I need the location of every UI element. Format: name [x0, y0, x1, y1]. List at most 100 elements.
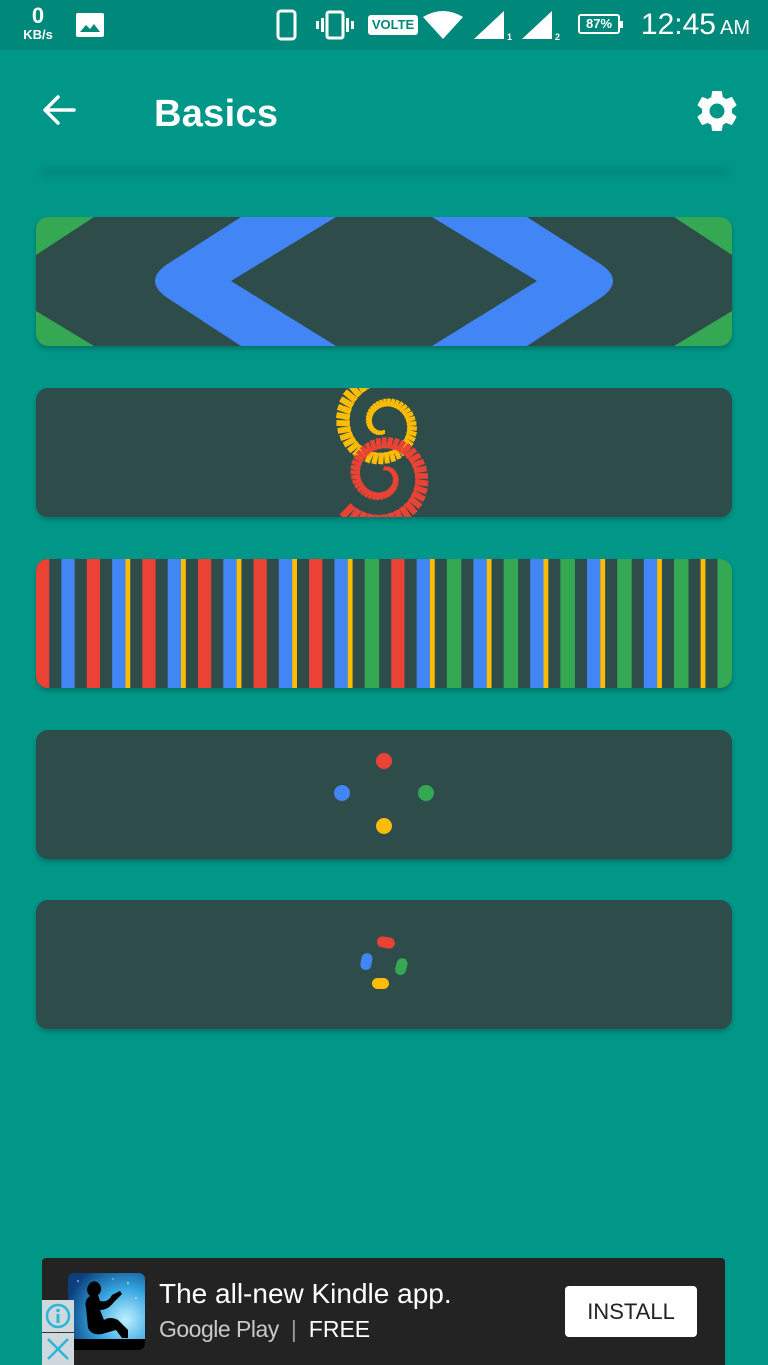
dot-green — [418, 785, 434, 801]
corner-triangle-top-left — [36, 217, 94, 255]
stripe-green — [503, 559, 519, 688]
wifi-icon — [423, 11, 463, 39]
stripe-red — [197, 559, 212, 688]
spiral-dash — [387, 512, 395, 517]
close-icon[interactable] — [42, 1333, 74, 1365]
chevrons-animation — [36, 217, 732, 346]
stripe-green — [364, 559, 380, 688]
stripe-blue — [112, 559, 126, 688]
stripe-yellow — [125, 559, 131, 688]
stripe-blue — [643, 559, 658, 688]
pill-red — [376, 936, 395, 949]
stripe-yellow — [657, 559, 662, 688]
network-speed: 0 KB/s — [18, 3, 58, 42]
animation-card-chevrons[interactable] — [36, 217, 732, 346]
stripe-yellow — [700, 559, 706, 688]
volte-icon: VOLTE — [368, 15, 418, 35]
stripe-yellow — [292, 559, 297, 688]
animation-card-spirals[interactable] — [36, 388, 732, 517]
pill-blue — [360, 953, 373, 971]
stripe-green — [717, 559, 732, 688]
spiral-dash — [352, 478, 362, 485]
stripe-green — [560, 559, 575, 688]
spiral-dash — [388, 450, 397, 463]
stripe-blue — [278, 559, 293, 688]
stripe-green — [617, 559, 632, 688]
spiral-dash — [385, 436, 394, 450]
stripe-blue — [61, 559, 75, 688]
kindle-reader-icon[interactable] — [68, 1273, 145, 1350]
pill-green — [395, 958, 408, 976]
spiral-dash — [350, 469, 361, 476]
spiral-dash — [350, 464, 361, 472]
network-speed-value: 0 — [31, 3, 45, 28]
stripe-red — [309, 559, 323, 688]
spiral-dash — [413, 484, 428, 495]
stripe-red — [253, 559, 267, 688]
chevron-left-shape — [155, 217, 336, 346]
pills-animation — [360, 936, 408, 989]
info-icon[interactable] — [42, 1300, 74, 1332]
spiral-dash — [406, 429, 418, 437]
ad-subline: Google Play | FREE — [159, 1316, 370, 1343]
phone-icon — [276, 9, 297, 41]
spiral-dash — [381, 514, 388, 517]
spiral-dash — [379, 399, 384, 408]
spiral-dash — [337, 426, 352, 434]
battery-icon: 87% — [578, 14, 623, 34]
spiral-dash — [382, 491, 387, 499]
spiral-dash — [411, 458, 425, 469]
stripe-blue — [167, 559, 181, 688]
corner-triangle-bottom-right — [674, 311, 732, 346]
spiral-dash — [405, 415, 416, 422]
clock-ampm: AM — [720, 17, 750, 39]
arrow-back-icon[interactable] — [38, 88, 82, 132]
spiral-dash — [413, 465, 428, 474]
sim2-label: 2 — [555, 32, 560, 41]
animation-card-pills[interactable] — [36, 900, 732, 1029]
install-button[interactable]: INSTALL — [565, 1286, 697, 1337]
animation-card-dots[interactable] — [36, 730, 732, 859]
animation-card-stripes[interactable] — [36, 559, 732, 688]
stripe-yellow — [543, 559, 549, 688]
stripe-red — [142, 559, 156, 688]
stripe-blue — [530, 559, 544, 688]
signal-sim2-icon: 2 — [522, 11, 560, 41]
divider — [40, 168, 730, 180]
gear-icon[interactable] — [692, 86, 742, 136]
spiral-dash — [371, 451, 380, 465]
spiral-dash — [367, 425, 374, 430]
stripe-blue — [473, 559, 487, 688]
stripe-yellow — [181, 559, 186, 688]
clock: 12:45 AM — [641, 8, 750, 42]
stripe-blue — [587, 559, 601, 688]
ad-store: Google Play — [159, 1316, 279, 1342]
stripes-animation — [36, 559, 732, 688]
dot-red — [376, 753, 392, 769]
stripe-yellow — [236, 559, 242, 688]
spiral-dash — [385, 489, 391, 498]
stripe-red — [86, 559, 101, 688]
chevron-right-shape — [432, 217, 613, 346]
corner-triangle-bottom-left — [36, 311, 94, 346]
dots-animation — [334, 753, 434, 834]
stripe-blue — [334, 559, 348, 688]
adchoices — [42, 1300, 74, 1365]
stripe-green — [446, 559, 462, 688]
stripe-yellow — [429, 559, 435, 688]
stripe-red — [391, 559, 405, 688]
spirals-animation — [335, 388, 429, 517]
stripe-yellow — [347, 559, 353, 688]
spiral-dash — [383, 451, 390, 464]
spiral-dash — [385, 398, 392, 407]
sim1-label: 1 — [507, 32, 512, 41]
stripe-blue — [416, 559, 430, 688]
spiral-dash — [375, 437, 382, 450]
corner-triangle-top-right — [674, 217, 732, 255]
ad-banner[interactable]: The all-new Kindle app. Google Play | FREE… — [42, 1258, 725, 1365]
dot-blue — [334, 785, 350, 801]
ad-separator: | — [290, 1316, 297, 1342]
spiral-dash — [406, 425, 418, 432]
stripe-red — [36, 559, 50, 688]
signal-sim1-icon: 1 — [474, 11, 512, 41]
